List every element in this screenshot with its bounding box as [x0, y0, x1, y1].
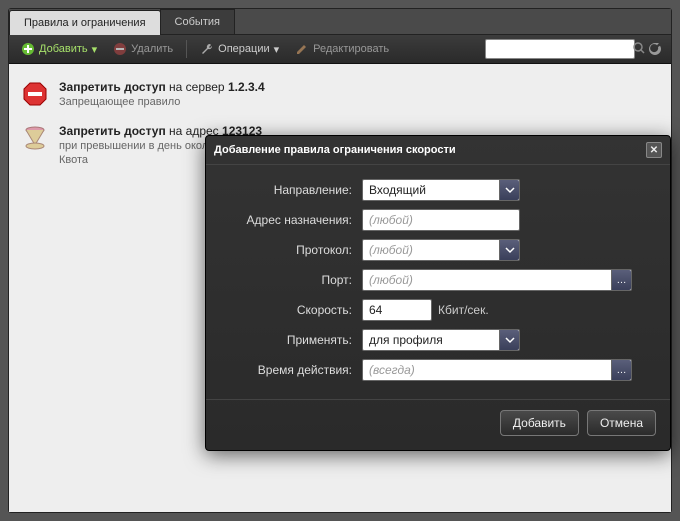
edit-button[interactable]: Редактировать: [289, 39, 395, 59]
chevron-down-icon: ▾: [274, 43, 280, 56]
protocol-label: Протокол:: [222, 243, 362, 257]
refresh-button[interactable]: [645, 39, 665, 59]
chevron-down-icon: ▾: [92, 43, 98, 56]
add-label: Добавить: [39, 43, 88, 55]
speed-label: Скорость:: [222, 303, 362, 317]
direction-label: Направление:: [222, 183, 362, 197]
close-button[interactable]: ✕: [646, 142, 662, 158]
port-input[interactable]: (любой) …: [362, 269, 632, 291]
protocol-select[interactable]: (любой): [362, 239, 520, 261]
pencil-icon: [295, 42, 309, 56]
search-box: [485, 39, 635, 59]
apply-select[interactable]: для профиля: [362, 329, 520, 351]
chevron-down-icon[interactable]: [499, 180, 519, 200]
ok-button[interactable]: Добавить: [500, 410, 579, 436]
rule-text: Запретить доступ на сервер 1.2.3.4 Запре…: [59, 80, 265, 108]
refresh-icon: [647, 41, 663, 57]
edit-label: Редактировать: [313, 43, 389, 55]
ellipsis-icon[interactable]: …: [611, 360, 631, 380]
add-rule-dialog: Добавление правила ограничения скорости …: [205, 135, 671, 451]
toolbar: Добавить ▾ Удалить Операции ▾ Редактиров…: [9, 35, 671, 64]
time-input[interactable]: (всегда) …: [362, 359, 632, 381]
direction-select[interactable]: Входящий: [362, 179, 520, 201]
delete-label: Удалить: [131, 43, 173, 55]
operations-label: Операции: [218, 43, 269, 55]
apply-label: Применять:: [222, 333, 362, 347]
tabs: Правила и ограничения События: [9, 9, 671, 35]
deny-icon: [21, 80, 49, 108]
speed-suffix: Кбит/сек.: [438, 303, 489, 317]
plus-icon: [21, 42, 35, 56]
rule-action: Запретить доступ: [59, 124, 166, 138]
dialog-titlebar: Добавление правила ограничения скорости …: [206, 136, 670, 165]
quota-icon: [21, 124, 49, 152]
search-icon[interactable]: [632, 41, 646, 58]
chevron-down-icon[interactable]: [499, 240, 519, 260]
operations-button[interactable]: Операции ▾: [194, 39, 285, 59]
delete-button[interactable]: Удалить: [107, 39, 179, 59]
dialog-title: Добавление правила ограничения скорости: [214, 144, 456, 156]
list-item[interactable]: Запретить доступ на сервер 1.2.3.4 Запре…: [21, 74, 659, 118]
minus-icon: [113, 42, 127, 56]
wrench-icon: [200, 42, 214, 56]
add-button[interactable]: Добавить ▾: [15, 39, 103, 59]
cancel-button[interactable]: Отмена: [587, 410, 656, 436]
search-input[interactable]: [490, 43, 632, 55]
chevron-down-icon[interactable]: [499, 330, 519, 350]
port-label: Порт:: [222, 273, 362, 287]
separator: [186, 40, 187, 58]
dest-input[interactable]: (любой): [362, 209, 520, 231]
dest-label: Адрес назначения:: [222, 213, 362, 227]
dialog-footer: Добавить Отмена: [206, 399, 670, 450]
ellipsis-icon[interactable]: …: [611, 270, 631, 290]
tab-events[interactable]: События: [160, 9, 235, 34]
dialog-body: Направление: Входящий Адрес назначения: …: [206, 165, 670, 393]
close-icon: ✕: [650, 145, 658, 156]
rule-subtitle: Запрещающее правило: [59, 96, 265, 108]
tab-rules[interactable]: Правила и ограничения: [9, 10, 161, 35]
rule-action: Запретить доступ: [59, 80, 166, 94]
time-label: Время действия:: [222, 363, 362, 377]
speed-input[interactable]: [362, 299, 432, 321]
